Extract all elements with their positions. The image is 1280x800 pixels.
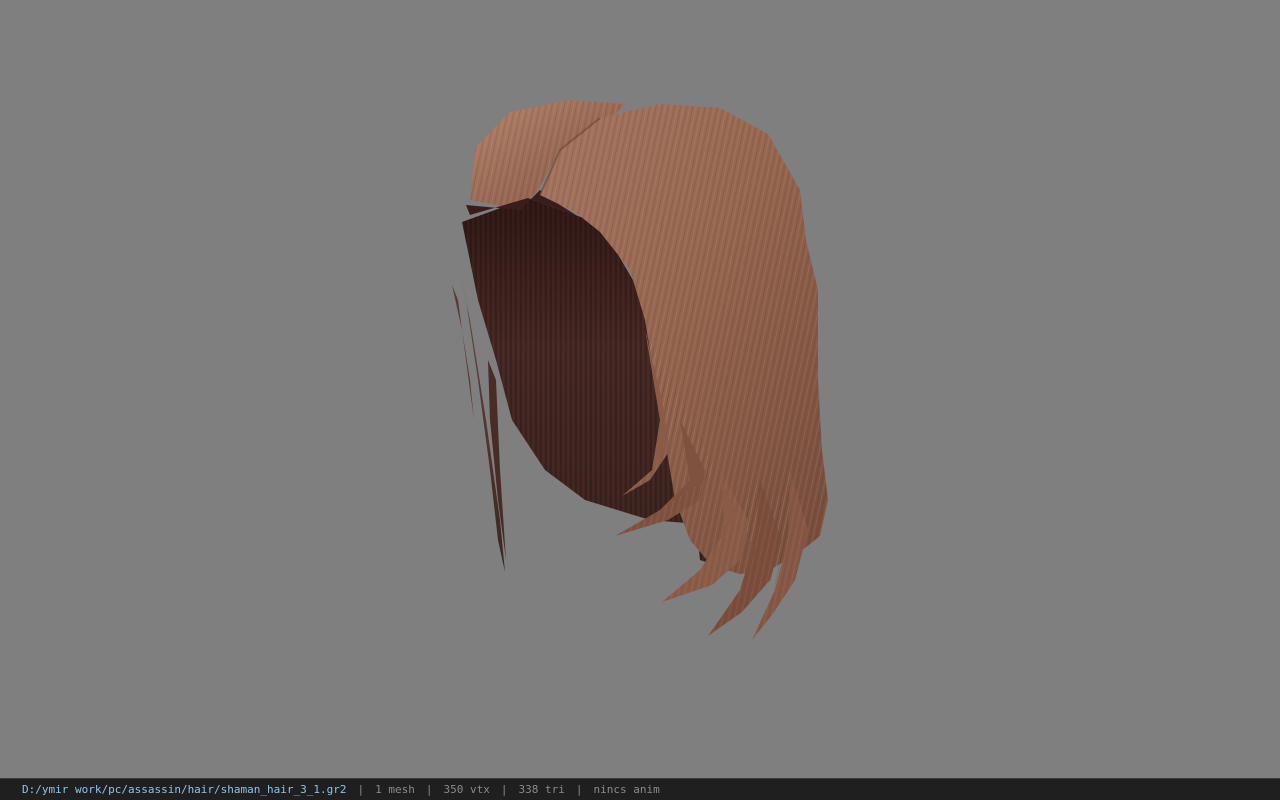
animation-status-label: nincs anim — [593, 783, 660, 796]
3d-viewport[interactable] — [0, 0, 1280, 778]
mesh-count-label: 1 mesh — [375, 783, 415, 796]
status-separator: | — [357, 783, 365, 796]
file-path-label: D:/ymir work/pc/assassin/hair/shaman_hai… — [22, 783, 347, 796]
status-bar: D:/ymir work/pc/assassin/hair/shaman_hai… — [0, 778, 1280, 800]
left-strand-2 — [452, 285, 474, 420]
triangle-count-label: 338 tri — [518, 783, 565, 796]
status-separator: | — [575, 783, 583, 796]
hair-model[interactable] — [0, 0, 1280, 778]
vertex-count-label: 350 vtx — [443, 783, 490, 796]
status-separator: | — [500, 783, 508, 796]
status-separator: | — [425, 783, 433, 796]
